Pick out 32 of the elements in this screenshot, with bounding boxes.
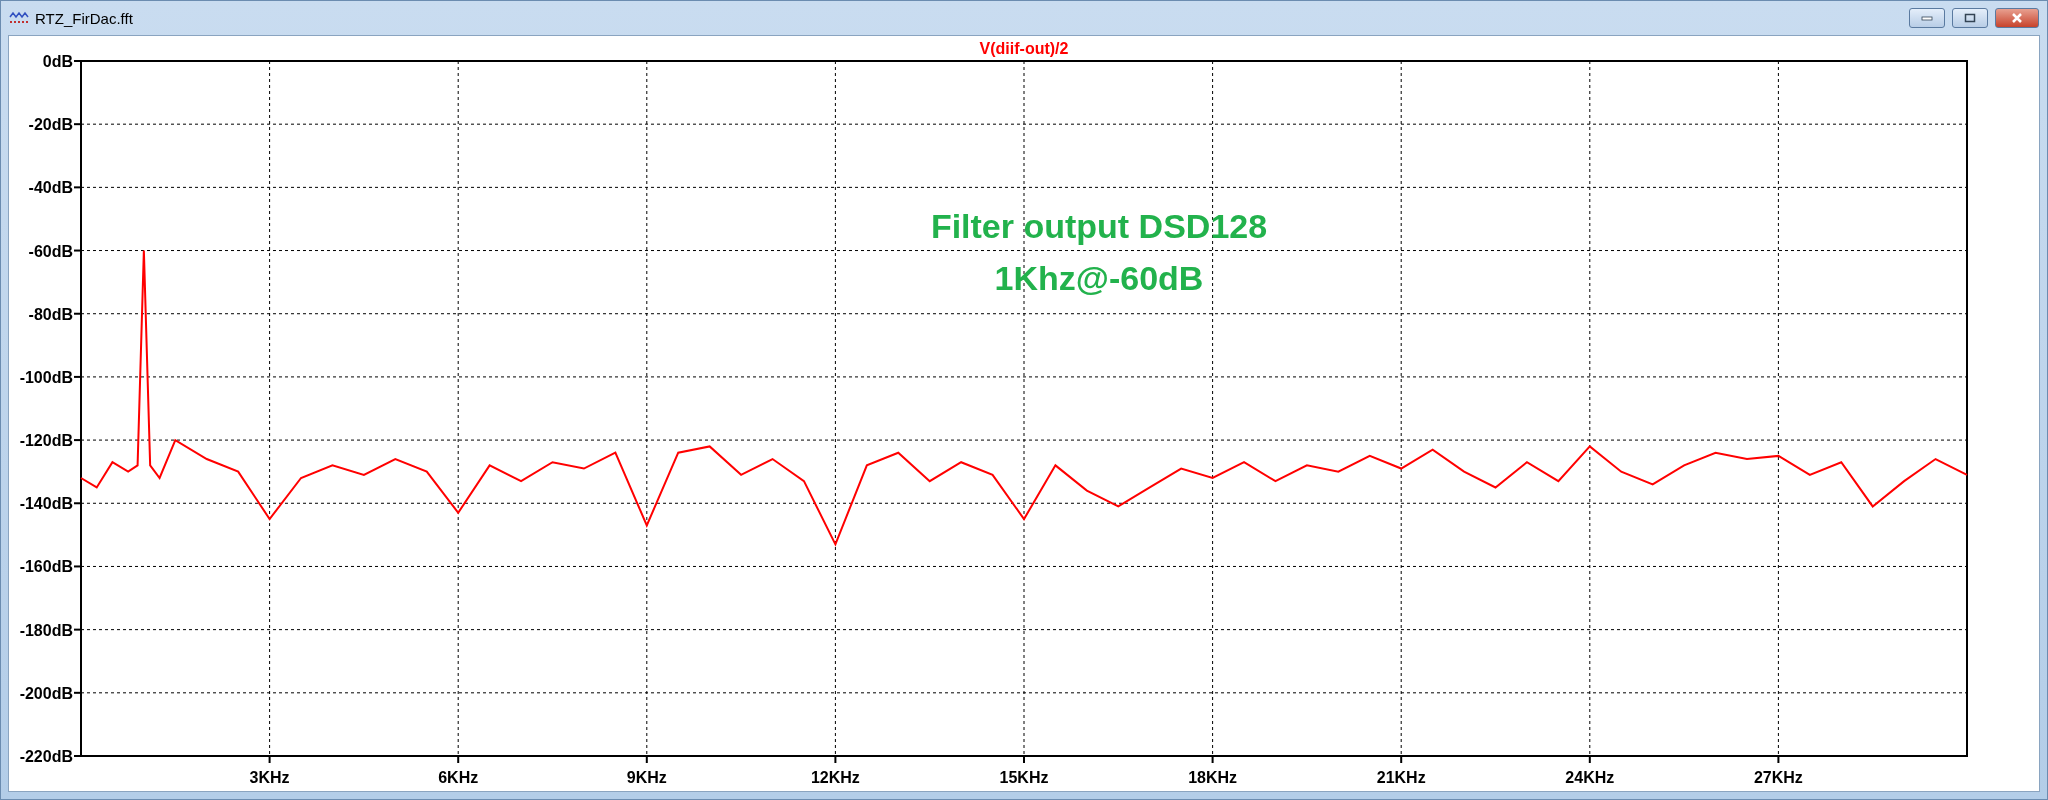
x-axis-label: 27KHz: [1753, 769, 1803, 786]
trace-name: V(diif-out)/2: [979, 40, 1069, 57]
y-axis-label: -60dB: [28, 242, 73, 260]
chart-annotation: 1Khz@-60dB: [994, 259, 1204, 297]
minimize-icon: [1921, 15, 1933, 21]
close-button[interactable]: [1995, 8, 2039, 28]
y-axis-label: -200dB: [19, 684, 73, 702]
close-icon: [2011, 13, 2023, 23]
y-axis-label: -160dB: [19, 558, 73, 576]
x-axis-label: 24KHz: [1565, 769, 1615, 786]
minimize-button[interactable]: [1909, 8, 1945, 28]
window-title: RTZ_FirDac.fft: [35, 9, 134, 27]
y-axis-label: -80dB: [28, 305, 73, 323]
waveform-icon: [9, 10, 29, 26]
x-axis-label: 6KHz: [438, 769, 479, 786]
y-axis-label: -220dB: [19, 748, 73, 765]
x-axis-label: 18KHz: [1188, 769, 1238, 786]
y-axis-label: -180dB: [19, 621, 73, 639]
x-axis-label: 15KHz: [999, 769, 1049, 786]
y-axis-label: -100dB: [19, 368, 73, 386]
maximize-button[interactable]: [1952, 8, 1988, 28]
x-axis-label: 21KHz: [1376, 769, 1426, 786]
chart-annotation: Filter output DSD128: [930, 207, 1268, 245]
x-axis-label: 9KHz: [626, 769, 667, 786]
y-axis-label: 0dB: [42, 53, 73, 70]
y-axis-label: -20dB: [28, 116, 73, 134]
y-axis-label: -120dB: [19, 432, 73, 450]
x-axis-label: 3KHz: [249, 769, 290, 786]
maximize-icon: [1964, 13, 1976, 23]
y-axis-label: -140dB: [19, 495, 73, 513]
y-axis-label: -40dB: [28, 179, 73, 197]
x-axis-label: 12KHz: [810, 769, 860, 786]
